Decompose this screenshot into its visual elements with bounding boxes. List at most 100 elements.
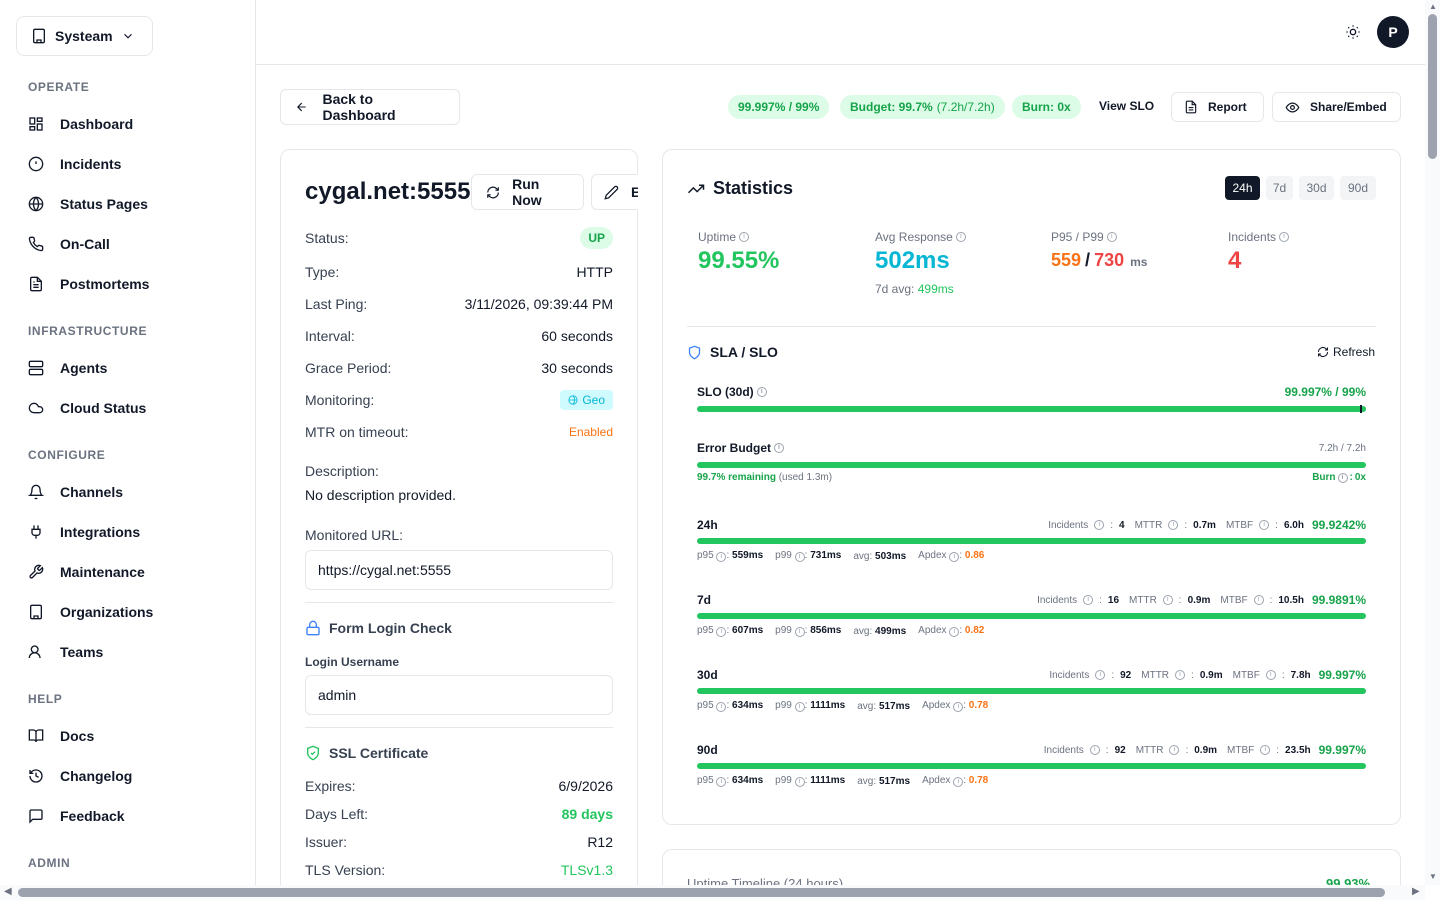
tab-30d[interactable]: 30d	[1299, 176, 1334, 200]
theme-toggle-sun-icon[interactable]	[1345, 24, 1361, 40]
org-switcher[interactable]: Systeam	[16, 16, 153, 56]
sidebar-item-status-pages[interactable]: Status Pages	[28, 192, 148, 216]
info-icon: i	[949, 627, 960, 637]
sidebar-item-label: Cloud Status	[60, 400, 147, 416]
info-icon: i	[716, 777, 727, 787]
refresh-icon	[487, 186, 499, 198]
p99-value: 730	[1094, 250, 1125, 270]
p99-metric-label: p99	[775, 625, 792, 636]
statistics-heading: Statistics	[687, 178, 793, 199]
building-icon	[33, 28, 45, 44]
incidents-value: 4	[1228, 247, 1242, 274]
sidebar-item-teams[interactable]: Teams	[28, 640, 103, 664]
sidebar-item-channels[interactable]: Channels	[28, 480, 123, 504]
sidebar-item-docs[interactable]: Docs	[28, 724, 94, 748]
uptime-label: Uptime i	[698, 230, 750, 244]
info-icon: i	[955, 232, 966, 242]
tab-90d[interactable]: 90d	[1340, 176, 1376, 200]
sidebar-item-integrations[interactable]: Integrations	[28, 520, 140, 544]
avg-metric: avg: 503ms	[853, 551, 906, 562]
budget-remaining: 99.7% remaining (used 1.3m)	[697, 472, 832, 483]
info-icon: i	[1175, 670, 1186, 680]
avg-metric: avg: 517ms	[857, 701, 910, 712]
sidebar-item-feedback[interactable]: Feedback	[28, 804, 125, 828]
ssl-expires-value: 6/9/2026	[558, 778, 614, 794]
p95-metric-label: p95	[697, 550, 714, 561]
ssl-tls-value: TLSv1.3	[560, 862, 613, 878]
tab-24h[interactable]: 24h	[1225, 176, 1260, 200]
info-icon: i	[716, 627, 727, 637]
mttr-stat-label: MTTR	[1129, 594, 1157, 606]
burn-pill: Burn: 0x	[1012, 95, 1081, 119]
ssl-issuer-row: Issuer: R12	[305, 833, 613, 851]
sidebar-item-agents[interactable]: Agents	[28, 356, 107, 380]
sidebar-item-cloud-status[interactable]: Cloud Status	[28, 396, 146, 420]
sidebar-item-postmortems[interactable]: Postmortems	[28, 272, 149, 296]
budget-label: Error Budget i	[697, 441, 785, 455]
slo-value: 99.997% / 99%	[1284, 385, 1366, 399]
message-square-icon	[29, 809, 43, 824]
sidebar-item-dashboard[interactable]: Dashboard	[28, 112, 133, 136]
scroll-up-icon[interactable]: ▲	[1429, 2, 1437, 11]
apdex-metric-label: Apdex	[918, 550, 947, 561]
status-key: Status:	[305, 230, 349, 246]
scroll-left-icon[interactable]: ◀	[4, 886, 12, 897]
apdex-metric: Apdex i: 0.82	[918, 625, 985, 637]
info-icon: i	[953, 702, 964, 712]
mttr-stat-label: MTTR	[1134, 519, 1163, 531]
info-icon: i	[716, 552, 727, 562]
plug-icon	[31, 525, 41, 539]
p95-p99-label-text: P95 / P99	[1051, 230, 1104, 244]
horizontal-scrollbar[interactable]: ◀ ▶	[0, 885, 1425, 900]
avg-7d-prefix: 7d avg:	[875, 282, 915, 296]
sidebar-item-organizations[interactable]: Organizations	[28, 600, 153, 624]
avatar[interactable]: P	[1377, 16, 1409, 48]
sidebar-item-maintenance[interactable]: Maintenance	[28, 560, 145, 584]
phone-icon	[28, 236, 44, 252]
share-embed-button[interactable]: Share/Embed	[1272, 92, 1401, 122]
p95-metric-label: p95	[697, 625, 714, 636]
scroll-down-icon[interactable]: ▼	[1429, 872, 1437, 881]
back-to-dashboard-button[interactable]: Back to Dashboard	[280, 89, 460, 125]
burn-indicator: Burn i:0x	[1312, 472, 1366, 483]
scroll-right-icon[interactable]: ▶	[1412, 886, 1420, 897]
mtbf-stat: 6.0h	[1283, 519, 1304, 531]
apdex-metric-label: Apdex	[918, 625, 947, 636]
incidents-stat: 16	[1107, 594, 1120, 606]
p95-p99-value: 559 / 730 ms	[1051, 250, 1147, 271]
period-label: 7d	[697, 593, 712, 607]
p95-metric-value: 559ms	[732, 550, 764, 561]
monitoring-key: Monitoring:	[305, 392, 375, 408]
sidebar-item-label: On-Call	[60, 236, 110, 252]
avg-metric-label: avg:	[853, 550, 873, 562]
chevron-down-icon	[123, 33, 132, 39]
vertical-scrollbar[interactable]: ▲ ▼	[1425, 0, 1440, 885]
avg-metric: avg: 499ms	[853, 626, 906, 637]
monitored-url-field[interactable]: https://cygal.net:5555	[305, 550, 613, 590]
p95-metric-label: p95	[697, 775, 714, 786]
scrollbar-thumb[interactable]	[18, 888, 1385, 897]
ssl-expires-key: Expires:	[305, 778, 356, 794]
ssl-days-key: Days Left:	[305, 806, 369, 822]
sla-refresh-button[interactable]: Refresh	[1317, 345, 1375, 359]
view-slo-link[interactable]: View SLO	[1099, 99, 1154, 113]
run-now-button[interactable]: Run Now	[471, 174, 584, 210]
sidebar-item-incidents[interactable]: Incidents	[28, 152, 121, 176]
last-ping-value: 3/11/2026, 09:39:44 PM	[464, 296, 613, 312]
ssl-days-row: Days Left: 89 days	[305, 805, 613, 823]
info-icon: i	[1094, 520, 1105, 530]
sidebar-item-changelog[interactable]: Changelog	[28, 764, 132, 788]
p-unit: ms	[1130, 255, 1148, 269]
section-title-operate: OPERATE	[28, 80, 90, 94]
sidebar-item-label: Teams	[60, 644, 104, 660]
sidebar-item-on-call[interactable]: On-Call	[28, 232, 110, 256]
dashboard-icon	[29, 117, 43, 131]
report-button[interactable]: Report	[1171, 92, 1264, 122]
shield-icon	[688, 345, 701, 359]
incidents-stat-label: Incidents	[1048, 519, 1089, 531]
incidents-stat: 92	[1120, 669, 1132, 681]
scrollbar-thumb[interactable]	[1428, 14, 1437, 159]
login-username-field[interactable]: admin	[305, 675, 613, 715]
budget-row: Error Budget i 7.2h / 7.2h	[697, 441, 1366, 455]
tab-7d[interactable]: 7d	[1266, 176, 1293, 200]
